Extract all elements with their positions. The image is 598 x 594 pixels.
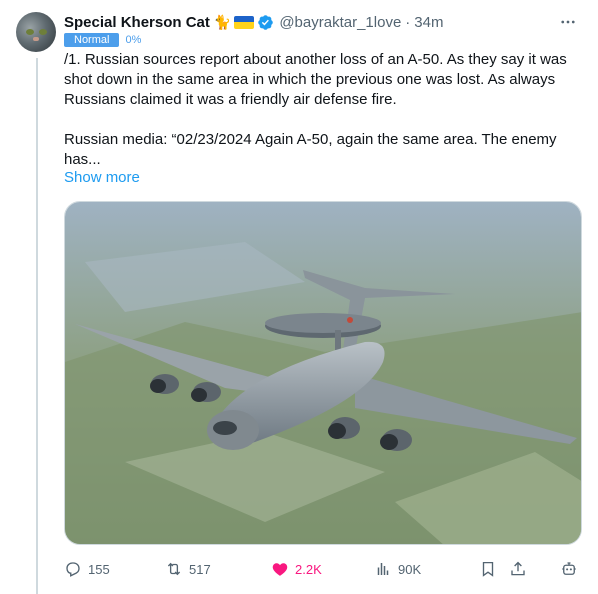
status-percent: 0%	[125, 34, 142, 46]
action-bar: 155 517 2.2K 90K	[64, 560, 584, 582]
a-50-aircraft-photo	[65, 202, 581, 544]
show-more-link[interactable]: Show more	[64, 169, 140, 186]
author-name[interactable]: Special Kherson Cat	[64, 14, 210, 31]
more-options-icon[interactable]	[556, 10, 580, 34]
cat-emoji-icon: 🐈	[213, 13, 232, 30]
reply-icon	[66, 562, 80, 577]
status-badge: Normal	[64, 33, 120, 47]
repost-count: 517	[189, 561, 211, 577]
bookmark-icon	[482, 561, 494, 577]
tweet-paragraph-2: Russian media: “02/23/2024 Again A-50, a…	[64, 131, 557, 168]
verified-badge-icon[interactable]	[257, 14, 274, 31]
thread-line	[36, 58, 38, 594]
repost-button[interactable]: 517	[165, 560, 211, 578]
bookmark-button[interactable]	[479, 560, 497, 578]
timestamp[interactable]: 34m	[414, 14, 443, 31]
avatar-eye-left	[26, 29, 34, 35]
views-button[interactable]: 90K	[374, 560, 421, 578]
ukraine-flag-icon	[234, 15, 255, 29]
robot-icon	[562, 562, 576, 575]
grok-bot-button[interactable]	[560, 560, 578, 578]
tweet-media-image[interactable]	[64, 201, 582, 545]
tweet-paragraph-1: /1. Russian sources report about another…	[64, 51, 567, 108]
repost-icon	[167, 562, 181, 576]
avatar[interactable]	[16, 12, 56, 52]
views-count: 90K	[398, 561, 422, 577]
like-count: 2.2K	[295, 561, 322, 577]
reply-button[interactable]: 155	[64, 560, 110, 578]
separator-dot: ·	[405, 13, 411, 31]
tweet-text: /1. Russian sources report about another…	[64, 50, 584, 170]
avatar-nose	[33, 37, 39, 41]
tweet-header: Special Kherson Cat 🐈 @bayraktar_1love ·…	[64, 12, 443, 32]
author-handle[interactable]: @bayraktar_1love	[279, 14, 401, 31]
avatar-eye-right	[39, 29, 47, 35]
share-icon	[511, 561, 525, 576]
like-button[interactable]: 2.2K	[271, 560, 322, 578]
share-button[interactable]	[509, 560, 527, 578]
heart-icon	[272, 563, 288, 576]
views-chart-icon	[377, 563, 389, 575]
label-row: Normal 0%	[64, 33, 141, 47]
reply-count: 155	[88, 561, 110, 577]
